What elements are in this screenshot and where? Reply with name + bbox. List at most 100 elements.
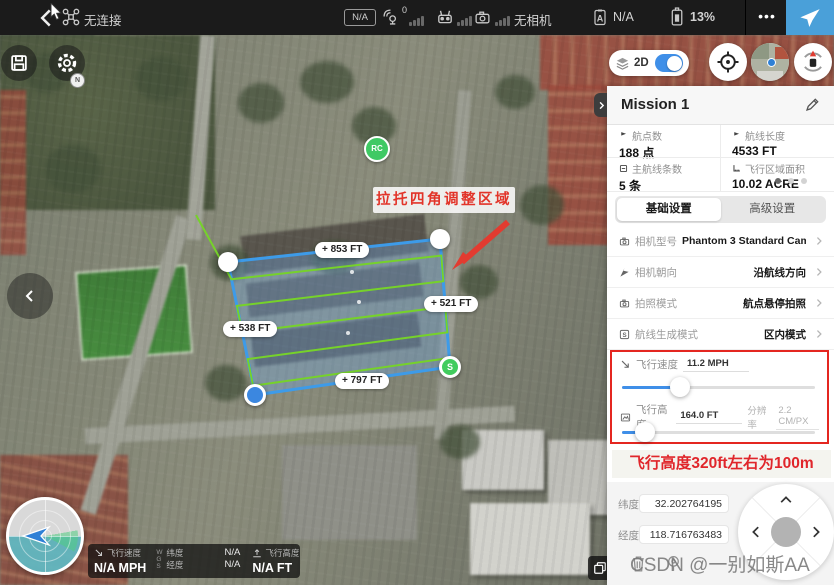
telemetry-bar: 飞行速度 N/A MPH WGS 纬度 N/A 经度 N/A 飞行高度 N/A … bbox=[88, 544, 300, 578]
stat-route-length: 航线长度 4533 FT bbox=[720, 125, 833, 158]
chevron-left-icon bbox=[22, 288, 38, 304]
camera-icon bbox=[619, 236, 630, 247]
collapse-left-button[interactable] bbox=[7, 273, 53, 319]
highlight-annotation-box: 飞行速度 11.2 MPH 飞行高度 164.0 FT 分辨率 2.2 CM/P… bbox=[610, 350, 829, 444]
airplane-icon bbox=[799, 7, 821, 29]
aircraft-battery-value: N/A bbox=[613, 10, 634, 24]
orientation-icon bbox=[800, 49, 826, 75]
locate-button[interactable] bbox=[709, 43, 747, 81]
settings-tabs: 基础设置 高级设置 bbox=[615, 196, 826, 223]
status-na-badge: N/A bbox=[344, 9, 376, 26]
setting-camera-model[interactable]: 相机型号 Phantom 3 Standard Camera bbox=[607, 226, 834, 257]
edit-mission-button[interactable] bbox=[804, 97, 822, 115]
altitude-slider-thumb[interactable] bbox=[635, 422, 655, 442]
waypoint-dot bbox=[357, 300, 361, 304]
minimap-icon bbox=[751, 43, 789, 81]
more-button[interactable]: ••• bbox=[752, 6, 782, 28]
compass-north-label: N bbox=[70, 73, 85, 88]
mission-title: Mission 1 bbox=[621, 96, 689, 113]
mainline-icon bbox=[619, 164, 628, 173]
save-button[interactable] bbox=[1, 45, 37, 81]
waypoint-dot bbox=[350, 270, 354, 274]
telemetry-speed-label: 飞行速度 bbox=[107, 547, 141, 559]
mission-planner-app: S RC + 853 FT + 521 FT + 538 FT + 797 FT… bbox=[0, 0, 834, 585]
mission-header: Mission 1 bbox=[607, 86, 834, 125]
area-ruler-icon bbox=[732, 164, 741, 173]
watermark-text: CSDN @一别如斯AA bbox=[630, 550, 810, 577]
2d-switch[interactable] bbox=[655, 54, 683, 72]
dpad-center[interactable] bbox=[771, 517, 801, 547]
camera-icon bbox=[474, 9, 491, 26]
stats-page-dots bbox=[775, 178, 807, 184]
waypoint-icon bbox=[619, 131, 628, 140]
setting-route-mode[interactable]: S 航线生成模式 区内模式 bbox=[607, 319, 834, 350]
stat-waypoints: 航点数 188 点 bbox=[607, 125, 720, 158]
edge-distance-label: + 538 FT bbox=[223, 321, 277, 337]
gps-signal-bars bbox=[409, 14, 425, 26]
mouse-cursor bbox=[50, 3, 64, 21]
switch-knob bbox=[667, 56, 682, 71]
remote-controller-icon bbox=[436, 8, 454, 26]
chevron-right-icon bbox=[597, 101, 606, 110]
tab-advanced-settings[interactable]: 高级设置 bbox=[721, 198, 825, 221]
takeoff-button[interactable] bbox=[786, 0, 834, 35]
telemetry-lat-value: N/A bbox=[224, 547, 240, 559]
topbar-divider bbox=[745, 0, 746, 35]
rc-position-marker: RC bbox=[364, 136, 390, 162]
corner-handle-top-right[interactable] bbox=[430, 229, 450, 249]
orientation-button[interactable] bbox=[794, 43, 832, 81]
stat-area: 飞行区域面积 10.02 ACRE bbox=[720, 158, 833, 191]
watermark: CSDN @一别如斯AA bbox=[630, 550, 810, 577]
route-length-icon bbox=[732, 131, 741, 140]
telemetry-lon-value: N/A bbox=[224, 559, 240, 571]
edge-distance-label: + 853 FT bbox=[315, 242, 369, 258]
s-route-icon: S bbox=[619, 329, 630, 340]
satellite-count: 0 bbox=[402, 5, 407, 15]
waypoint-dot bbox=[346, 331, 350, 335]
edge-distance-label: + 797 FT bbox=[335, 373, 389, 389]
setting-camera-heading[interactable]: 相机朝向 沿航线方向 bbox=[607, 257, 834, 288]
compass-widget bbox=[6, 497, 84, 575]
altitude-icon bbox=[252, 548, 262, 558]
speed-slider-thumb[interactable] bbox=[670, 377, 690, 397]
lat-input[interactable]: 32.202764195 bbox=[639, 494, 729, 513]
map-mode-toggle[interactable]: 2D bbox=[609, 50, 689, 76]
compass-disc bbox=[6, 497, 84, 575]
lon-input[interactable]: 118.716763483 bbox=[639, 525, 729, 544]
corner-handle-top-left[interactable] bbox=[218, 252, 238, 272]
route-start-marker[interactable]: S bbox=[439, 356, 461, 378]
save-icon bbox=[9, 53, 29, 73]
corner-handle-bottom-left[interactable] bbox=[244, 384, 266, 406]
svg-text:S: S bbox=[622, 331, 626, 338]
speed-slider[interactable] bbox=[622, 386, 815, 389]
telemetry-lon-label: 经度 bbox=[166, 559, 183, 571]
map-mode-label: 2D bbox=[634, 57, 649, 69]
speed-icon bbox=[620, 359, 631, 370]
telemetry-alt-value: N/A FT bbox=[252, 561, 299, 575]
chevron-right-icon bbox=[814, 236, 824, 246]
connection-status: 无连接 bbox=[84, 10, 122, 29]
svg-text:A: A bbox=[597, 14, 604, 24]
crosshair-icon bbox=[716, 50, 740, 74]
wgs-label: WGS bbox=[156, 549, 163, 570]
setting-photo-mode[interactable]: 拍照模式 航点悬停拍照 bbox=[607, 288, 834, 319]
panel-collapse-button[interactable] bbox=[594, 93, 608, 117]
tip-annotation: 拉托四角调整区域 bbox=[373, 187, 515, 213]
gear-icon bbox=[56, 52, 78, 74]
overlap-windows-icon bbox=[593, 561, 607, 575]
nudge-right-button[interactable] bbox=[806, 522, 826, 542]
nudge-up-button[interactable] bbox=[776, 490, 796, 510]
telemetry-speed-value: N/A MPH bbox=[94, 561, 146, 575]
nudge-left-button[interactable] bbox=[746, 522, 766, 542]
telemetry-lat-label: 纬度 bbox=[166, 547, 183, 559]
tab-basic-settings[interactable]: 基础设置 bbox=[617, 198, 721, 221]
altitude-slider[interactable] bbox=[622, 431, 815, 434]
camera-icon bbox=[619, 298, 630, 309]
phone-battery-value: 13% bbox=[690, 10, 715, 24]
altitude-image-icon bbox=[620, 412, 631, 423]
camera-signal-bars bbox=[495, 14, 511, 26]
minimap-button[interactable] bbox=[751, 43, 789, 81]
status-bar: 无连接 N/A 0 无相机 A N/A bbox=[0, 0, 834, 35]
altitude-note: 飞行高度320ft左右为100m bbox=[612, 450, 831, 478]
mission-panel: Mission 1 航点数 188 点 航线长度 4533 FT 主航线条数 bbox=[607, 86, 834, 585]
